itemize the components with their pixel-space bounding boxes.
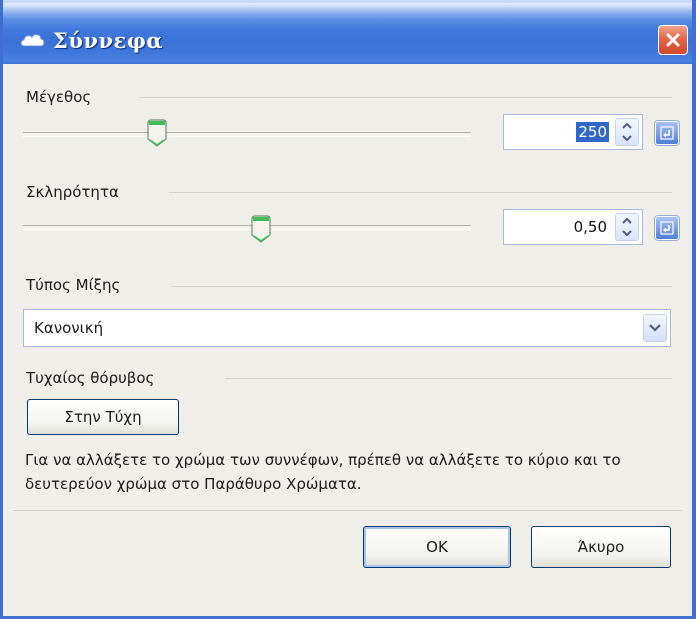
hardness-reset-button[interactable] (654, 215, 680, 241)
blend-mode-dropdown[interactable]: Κανονική (23, 309, 671, 347)
size-spin-arrows[interactable] (615, 118, 639, 146)
title-bar[interactable]: Σύννεφα (3, 0, 692, 67)
divider (139, 97, 672, 98)
chevron-down-icon (622, 135, 632, 142)
spin-down-button[interactable] (616, 132, 638, 145)
divider (225, 378, 672, 379)
hardness-slider-thumb[interactable] (251, 215, 271, 243)
hardness-spin-arrows[interactable] (615, 213, 639, 241)
hardness-spinbox[interactable]: 0,50 (503, 209, 643, 245)
cancel-button[interactable]: Άκυρο (531, 526, 671, 568)
info-text: Για να αλλάξετε το χρώμα των συννέφων, π… (25, 451, 621, 493)
cloud-icon (20, 34, 45, 47)
hardness-value[interactable]: 0,50 (572, 217, 609, 237)
window-title: Σύννεφα (53, 28, 163, 53)
spin-up-button[interactable] (616, 214, 638, 227)
chevron-up-icon (622, 122, 632, 129)
dropdown-button[interactable] (643, 314, 667, 342)
divider (169, 192, 672, 193)
chevron-down-icon (622, 230, 632, 237)
blend-mode-value: Κανονική (34, 319, 104, 337)
spin-down-button[interactable] (616, 227, 638, 240)
size-slider-thumb[interactable] (147, 119, 167, 147)
reset-icon (660, 221, 674, 235)
size-value[interactable]: 250 (576, 122, 609, 142)
hardness-slider[interactable] (23, 225, 471, 230)
size-reset-button[interactable] (654, 120, 680, 146)
close-button[interactable] (658, 25, 688, 55)
clouds-dialog: Σύννεφα Μέγεθος 250 Σκληρότητα 0,50 Τύπο… (0, 0, 696, 619)
close-icon (666, 33, 680, 47)
divider (13, 510, 682, 511)
reset-icon (660, 126, 674, 140)
dialog-body: Μέγεθος 250 Σκληρότητα 0,50 Τύπος Μίξης … (3, 64, 692, 616)
size-label: Μέγεθος (26, 88, 92, 106)
divider (171, 286, 672, 287)
size-spinbox[interactable]: 250 (503, 114, 643, 150)
hardness-label: Σκληρότητα (26, 183, 119, 201)
spin-up-button[interactable] (616, 119, 638, 132)
chevron-up-icon (622, 217, 632, 224)
ok-button[interactable]: OK (363, 526, 511, 568)
reseed-button[interactable]: Στην Τύχη (27, 399, 179, 435)
size-slider[interactable] (23, 132, 471, 137)
random-noise-label: Τυχαίος θόρυβος (26, 369, 155, 387)
chevron-down-icon (649, 324, 661, 332)
blend-mode-label: Τύπος Μίξης (26, 276, 121, 294)
